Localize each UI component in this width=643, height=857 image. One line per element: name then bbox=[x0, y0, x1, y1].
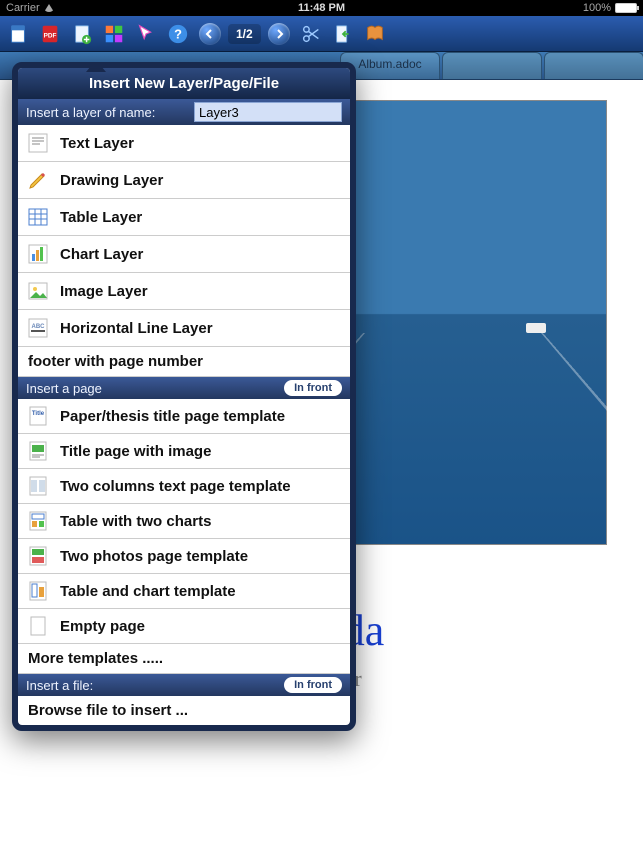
book-button[interactable] bbox=[361, 20, 389, 48]
page-counter: 1/2 bbox=[228, 24, 261, 44]
layer-hr[interactable]: ABC Horizontal Line Layer bbox=[18, 310, 350, 347]
cursor-icon bbox=[135, 23, 157, 45]
page-label: Paper/thesis title page template bbox=[60, 408, 285, 425]
pdf-icon: PDF bbox=[39, 23, 61, 45]
help-icon: ? bbox=[167, 23, 189, 45]
image-icon bbox=[26, 279, 50, 303]
tab-empty-1[interactable] bbox=[442, 52, 542, 79]
wifi-icon bbox=[44, 4, 54, 12]
layer-section-header: Insert a layer of name: bbox=[18, 99, 350, 125]
pdf-button[interactable]: PDF bbox=[36, 20, 64, 48]
more-templates-label: More templates ..... bbox=[28, 650, 163, 667]
layer-name-input[interactable] bbox=[194, 102, 342, 122]
layer-label: footer with page number bbox=[28, 353, 203, 370]
layer-chart[interactable]: Chart Layer bbox=[18, 236, 350, 273]
two-photos-icon bbox=[26, 544, 50, 568]
cut-button[interactable] bbox=[297, 20, 325, 48]
page-label: Empty page bbox=[60, 618, 145, 635]
table-icon bbox=[26, 205, 50, 229]
page-section-label: Insert a page bbox=[26, 381, 102, 396]
page-position-pill[interactable]: In front bbox=[284, 380, 342, 396]
file-position-pill[interactable]: In front bbox=[284, 677, 342, 693]
layer-image[interactable]: Image Layer bbox=[18, 273, 350, 310]
page-label: Title page with image bbox=[60, 443, 211, 460]
page-section-header: Insert a page In front bbox=[18, 377, 350, 399]
boat-shape bbox=[526, 323, 546, 333]
layer-label: Text Layer bbox=[60, 135, 134, 152]
svg-text:Title: Title bbox=[32, 411, 45, 417]
tab-empty-2[interactable] bbox=[544, 52, 643, 79]
page-two-photos[interactable]: Two photos page template bbox=[18, 539, 350, 574]
insert-popover: Insert New Layer/Page/File Insert a laye… bbox=[12, 62, 356, 731]
clock-label: 11:48 PM bbox=[298, 2, 345, 14]
layer-text[interactable]: Text Layer bbox=[18, 125, 350, 162]
battery-icon bbox=[615, 3, 637, 13]
layer-section-label: Insert a layer of name: bbox=[26, 105, 155, 120]
battery-pct: 100% bbox=[583, 2, 611, 14]
prev-page-button[interactable] bbox=[196, 20, 224, 48]
svg-text:PDF: PDF bbox=[44, 32, 57, 39]
layer-label: Chart Layer bbox=[60, 246, 143, 263]
table-chart-icon bbox=[26, 579, 50, 603]
page-title-image[interactable]: Title page with image bbox=[18, 434, 350, 469]
tab-label: Album.adoc bbox=[358, 57, 421, 71]
page-table-chart[interactable]: Table and chart template bbox=[18, 574, 350, 609]
page-empty[interactable]: Empty page bbox=[18, 609, 350, 644]
svg-text:?: ? bbox=[174, 26, 182, 41]
two-col-icon bbox=[26, 474, 50, 498]
export-button[interactable] bbox=[329, 20, 357, 48]
pencil-icon bbox=[26, 168, 50, 192]
chevron-left-icon bbox=[199, 23, 221, 45]
page-two-columns[interactable]: Two columns text page template bbox=[18, 469, 350, 504]
layer-label: Table Layer bbox=[60, 209, 142, 226]
layer-label: Drawing Layer bbox=[60, 172, 163, 189]
carrier-label: Carrier bbox=[6, 2, 40, 14]
document-button[interactable] bbox=[4, 20, 32, 48]
export-icon bbox=[332, 23, 354, 45]
main-toolbar: PDF ? 1/2 bbox=[0, 16, 643, 52]
hr-icon: ABC bbox=[26, 316, 50, 340]
page-label: Two columns text page template bbox=[60, 478, 291, 495]
layer-label: Horizontal Line Layer bbox=[60, 320, 213, 337]
svg-text:ABC: ABC bbox=[32, 324, 46, 330]
chevron-right-icon bbox=[268, 23, 290, 45]
help-button[interactable]: ? bbox=[164, 20, 192, 48]
page-paper-title[interactable]: Title Paper/thesis title page template bbox=[18, 399, 350, 434]
layer-drawing[interactable]: Drawing Layer bbox=[18, 162, 350, 199]
page-label: Two photos page template bbox=[60, 548, 248, 565]
chart-icon bbox=[26, 242, 50, 266]
browse-label: Browse file to insert ... bbox=[28, 702, 188, 719]
layer-footer-pagenum[interactable]: footer with page number bbox=[18, 347, 350, 377]
layer-label: Image Layer bbox=[60, 283, 148, 300]
next-page-button[interactable] bbox=[265, 20, 293, 48]
text-layer-icon bbox=[26, 131, 50, 155]
page-label: Table with two charts bbox=[60, 513, 211, 530]
more-templates[interactable]: More templates ..... bbox=[18, 644, 350, 674]
layer-table[interactable]: Table Layer bbox=[18, 199, 350, 236]
add-page-button[interactable] bbox=[68, 20, 96, 48]
popover-title: Insert New Layer/Page/File bbox=[18, 68, 350, 99]
title-image-icon bbox=[26, 439, 50, 463]
page-label: Table and chart template bbox=[60, 583, 236, 600]
add-page-icon bbox=[71, 23, 93, 45]
empty-page-icon bbox=[26, 614, 50, 638]
tiles-button[interactable] bbox=[100, 20, 128, 48]
status-bar: Carrier 11:48 PM 100% bbox=[0, 0, 643, 16]
selection-button[interactable] bbox=[132, 20, 160, 48]
page-table-two-charts[interactable]: Table with two charts bbox=[18, 504, 350, 539]
document-icon bbox=[7, 23, 29, 45]
book-icon bbox=[364, 23, 386, 45]
file-section-header: Insert a file: In front bbox=[18, 674, 350, 696]
table-charts-icon bbox=[26, 509, 50, 533]
browse-file[interactable]: Browse file to insert ... bbox=[18, 696, 350, 725]
scissors-icon bbox=[300, 23, 322, 45]
file-section-label: Insert a file: bbox=[26, 678, 93, 693]
tiles-icon bbox=[103, 23, 125, 45]
title-page-icon: Title bbox=[26, 404, 50, 428]
